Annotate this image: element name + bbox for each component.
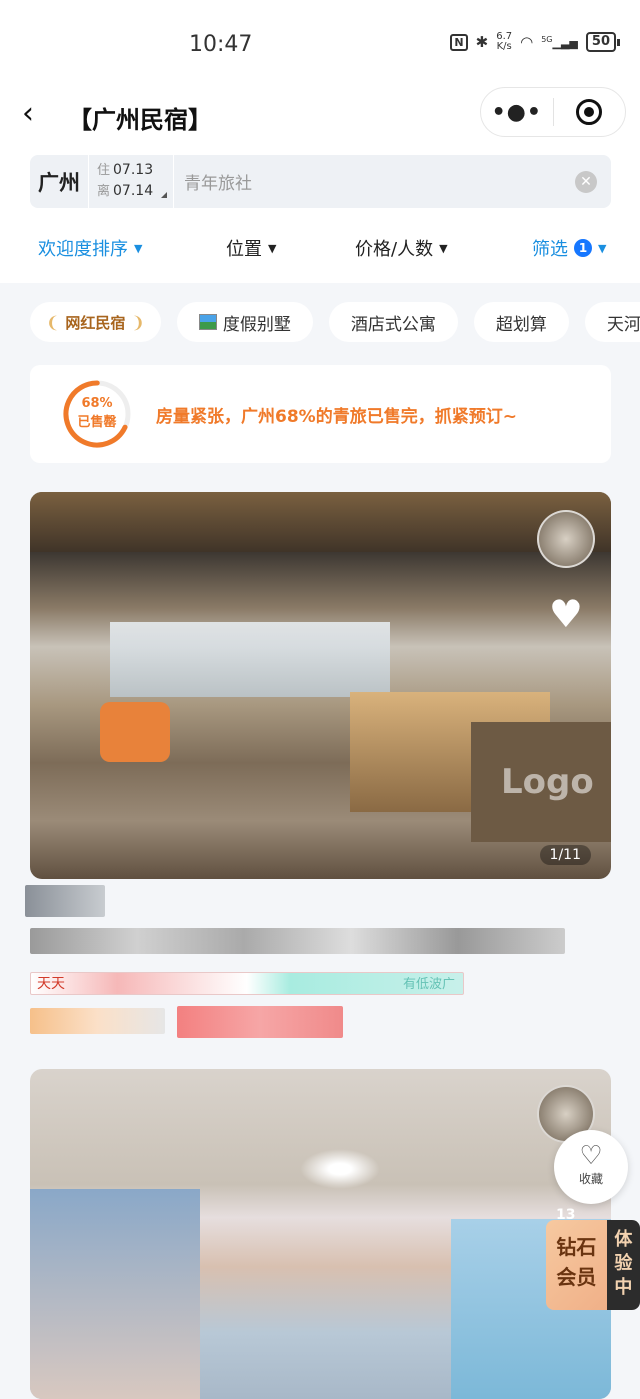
nav-bar: ‹ 【广州民宿】 •●•: [0, 87, 640, 146]
favorite-button[interactable]: ♡ 收藏: [554, 1130, 628, 1204]
heart-list-icon: ♡: [579, 1141, 603, 1171]
date-selector[interactable]: 住 07.13 离 07.14: [88, 155, 174, 208]
city-selector[interactable]: 广州: [30, 167, 88, 197]
tag-prefix: 天天: [37, 976, 65, 992]
sort-label: 欢迎度排序: [38, 239, 128, 260]
image-logo-text: Logo: [471, 722, 611, 842]
net-speed-unit: K/s: [496, 41, 512, 52]
location-dropdown[interactable]: 位置 ▼: [226, 235, 276, 261]
image-detail: [30, 1189, 200, 1399]
more-icon: •●•: [491, 99, 542, 125]
villa-icon: [198, 314, 217, 330]
panorama-button[interactable]: [537, 510, 595, 568]
vip-trial-label: 体验中: [606, 1220, 640, 1310]
checkin-date: 07.13: [113, 162, 154, 178]
caret-down-icon: ▼: [598, 241, 607, 255]
blurred-price: [177, 1006, 343, 1038]
date-dropdown-icon: [161, 192, 167, 198]
chip-label: 网红民宿: [65, 313, 126, 332]
status-bar: 10:47 N ✱ 6.7 K/s ◠ 5G▁▃▅ 50: [0, 0, 640, 90]
price-dropdown[interactable]: 价格/人数 ▼: [355, 235, 448, 261]
chip-label: 天河区: [606, 314, 640, 335]
ring-percent: 68%: [81, 396, 113, 411]
alert-message: 房量紧张，广州68%的青旅已售完，抓紧预订~: [156, 406, 517, 427]
filter-label: 筛选: [532, 239, 568, 260]
status-icons: N ✱ 6.7 K/s ◠ 5G▁▃▅ 50: [450, 32, 621, 52]
record-icon: [576, 99, 603, 125]
search-bar: 广州 住 07.13 离 07.14 青年旅社 ✕: [30, 155, 611, 208]
caret-down-icon: ▼: [134, 241, 143, 255]
checkout-date: 07.14: [113, 183, 154, 199]
caret-down-icon: ▼: [268, 241, 277, 255]
status-time: 10:47: [189, 32, 253, 57]
blurred-title: [25, 885, 105, 917]
image-detail: [30, 492, 611, 552]
more-button[interactable]: •●•: [481, 100, 553, 125]
clear-search-button[interactable]: ✕: [575, 170, 597, 193]
availability-alert: 68% 已售罄 房量紧张，广州68%的青旅已售完，抓紧预订~: [30, 365, 611, 463]
filter-count-badge: 1: [574, 239, 592, 257]
vip-line2: 会员: [556, 1265, 597, 1289]
ring-sub-label: 已售罄: [77, 415, 117, 430]
filter-bar: 欢迎度排序 ▼ 位置 ▼ 价格/人数 ▼ 筛选 1 ▼: [0, 233, 640, 263]
checkin-label: 住: [97, 163, 111, 178]
price-label: 价格/人数: [355, 239, 434, 260]
blurred-tag: 天天 有低波广: [30, 972, 464, 995]
chip-bargain[interactable]: 超划算: [473, 302, 569, 342]
image-counter: 1/11: [539, 845, 591, 865]
search-input[interactable]: 青年旅社: [174, 169, 575, 194]
chip-villa[interactable]: 度假别墅: [176, 302, 313, 342]
wifi-icon: ◠: [520, 33, 534, 51]
blurred-price-label: [30, 1008, 165, 1034]
mini-program-capsule: •●•: [480, 87, 626, 137]
laurel-icon: ❩: [131, 312, 145, 332]
signal-icon: 5G▁▃▅: [541, 34, 578, 50]
ring-text: 68% 已售罄: [62, 394, 132, 432]
checkout-label: 离: [97, 184, 111, 199]
vip-badge[interactable]: 钻石 会员 体验中: [546, 1220, 640, 1310]
chip-internet-famous[interactable]: ❨ 网红民宿 ❩: [30, 302, 161, 342]
net-speed: 6.7 K/s: [496, 32, 512, 52]
vip-line1: 钻石: [556, 1235, 597, 1259]
chip-label: 度假别墅: [222, 314, 291, 335]
vip-level: 钻石 会员: [546, 1220, 607, 1310]
quick-filter-chips: ❨ 网红民宿 ❩ 度假别墅 酒店式公寓 超划算 天河区: [30, 302, 640, 342]
tag-suffix: 有低波广: [402, 977, 455, 992]
filter-dropdown[interactable]: 筛选 1 ▼: [532, 235, 606, 261]
location-label: 位置: [226, 239, 262, 260]
back-icon: ‹: [22, 96, 34, 131]
battery-icon: 50: [585, 32, 621, 52]
sold-out-ring: 68% 已售罄: [62, 379, 132, 449]
favorite-heart-icon[interactable]: ♥: [549, 592, 583, 636]
clear-icon: ✕: [580, 173, 592, 190]
chip-apartment[interactable]: 酒店式公寓: [328, 302, 458, 342]
chip-label: 超划算: [495, 314, 547, 335]
image-detail: [100, 702, 170, 762]
laurel-icon: ❨: [46, 312, 60, 332]
favorite-label: 收藏: [578, 1172, 603, 1186]
listing-image[interactable]: [30, 1069, 611, 1399]
sort-dropdown[interactable]: 欢迎度排序 ▼: [38, 235, 142, 261]
close-mini-program-button[interactable]: [554, 99, 626, 125]
network-type: 5G: [541, 34, 553, 44]
nfc-icon: N: [450, 33, 468, 51]
page-title: 【广州民宿】: [68, 106, 212, 134]
back-button[interactable]: ‹: [22, 96, 34, 131]
image-detail: [110, 622, 390, 697]
blurred-description: [30, 928, 565, 954]
listing-image[interactable]: Logo ♥ 1/11: [30, 492, 611, 879]
chip-tianhe[interactable]: 天河区: [584, 302, 640, 342]
caret-down-icon: ▼: [439, 241, 448, 255]
header-area: 10:47 N ✱ 6.7 K/s ◠ 5G▁▃▅ 50 ‹ 【广州民宿】 •●•…: [0, 0, 640, 283]
chip-label: 酒店式公寓: [350, 314, 436, 335]
bluetooth-icon: ✱: [475, 33, 489, 51]
image-detail: [300, 1149, 380, 1189]
